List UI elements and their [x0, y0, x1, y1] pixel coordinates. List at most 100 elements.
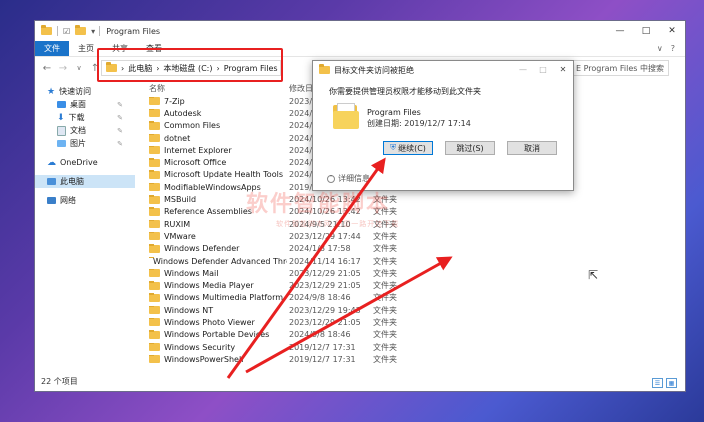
- file-name: RUXIM: [164, 219, 191, 229]
- sidebar-item-downloads[interactable]: ⬇ 下载 ✎: [35, 111, 135, 124]
- file-name: MSBuild: [164, 195, 197, 205]
- folder-icon: [149, 145, 160, 155]
- back-button[interactable]: ←: [39, 63, 55, 74]
- file-row[interactable]: WindowsPowerShell 2019/12/7 17:31 文件夹: [135, 353, 485, 365]
- file-row[interactable]: Windows NT 2023/12/29 19:43 文件夹: [135, 304, 485, 316]
- file-name: Windows NT: [164, 305, 214, 315]
- sidebar-item-pictures[interactable]: 图片 ✎: [35, 137, 135, 150]
- more-details-toggle[interactable]: ˅ 详细信息: [327, 173, 370, 184]
- title-bar: ☑ ▾ Program Files — □ ✕: [35, 21, 685, 41]
- window-title: Program Files: [106, 26, 161, 36]
- close-button[interactable]: ✕: [659, 21, 685, 41]
- large-icons-view-icon[interactable]: ▦: [666, 378, 677, 388]
- tab-file[interactable]: 文件: [35, 41, 69, 56]
- sidebar-item-onedrive[interactable]: ☁ OneDrive: [35, 156, 135, 169]
- details-view-icon[interactable]: ☰: [652, 378, 663, 388]
- chevron-down-icon: ˅: [327, 174, 335, 183]
- picture-icon: [57, 140, 66, 147]
- navigation-pane: ★ 快速访问 桌面 ✎ ⬇ 下载 ✎ 文档 ✎ 图片 ✎ ☁ OneDrive: [35, 81, 135, 371]
- folder-icon: [149, 195, 160, 204]
- file-date: 2019/12/7 17:31: [289, 342, 356, 352]
- folder-icon: [149, 219, 160, 229]
- folder-icon: [149, 244, 160, 253]
- download-icon: ⬇: [57, 112, 65, 123]
- computer-icon: [47, 178, 56, 185]
- file-row[interactable]: VMware 2023/12/29 17:44 文件夹: [135, 230, 485, 242]
- dialog-minimize-button[interactable]: —: [513, 61, 533, 77]
- file-row[interactable]: Windows Photo Viewer 2023/12/29 21:05 文件夹: [135, 316, 485, 328]
- folder-icon: [149, 330, 160, 339]
- expand-ribbon-button[interactable]: ∨: [657, 44, 663, 53]
- file-name: Windows Photo Viewer: [164, 317, 255, 327]
- file-type: 文件夹: [373, 256, 397, 266]
- dialog-maximize-button[interactable]: □: [533, 61, 553, 77]
- file-row[interactable]: Windows Security 2019/12/7 17:31 文件夹: [135, 341, 485, 353]
- file-type: 文件夹: [373, 231, 397, 241]
- sidebar-item-label: 此电脑: [60, 177, 84, 186]
- document-icon: [57, 125, 66, 136]
- skip-button[interactable]: 跳过(S): [445, 141, 495, 155]
- desktop-icon: [57, 101, 66, 108]
- folder-icon: [149, 96, 160, 106]
- search-text: E Program Files 中搜索: [576, 63, 664, 73]
- sidebar-item-label: 图片: [70, 139, 86, 148]
- file-type: 文件夹: [373, 244, 397, 254]
- maximize-button[interactable]: □: [633, 21, 659, 41]
- dialog-folder-name: Program Files: [367, 108, 421, 117]
- folder-icon: [149, 281, 160, 290]
- cancel-button[interactable]: 取消: [507, 141, 557, 155]
- dialog-close-button[interactable]: ✕: [553, 61, 573, 77]
- sidebar-item-label: 桌面: [70, 100, 86, 109]
- continue-button[interactable]: ⛨ 继续(C): [383, 141, 433, 155]
- file-row[interactable]: Windows Media Player 2023/12/29 21:05 文件夹: [135, 279, 485, 291]
- large-folder-icon: [333, 103, 359, 129]
- sidebar-item-quick-access[interactable]: ★ 快速访问: [35, 85, 135, 98]
- file-name: Microsoft Office: [164, 158, 227, 168]
- file-row[interactable]: Windows Defender Advanced Threat ...2024…: [135, 255, 485, 267]
- file-name-cell: VMware: [149, 231, 287, 241]
- file-row[interactable]: Windows Defender 2024/1/8 17:58 文件夹: [135, 243, 485, 255]
- pin-icon: ✎: [117, 100, 123, 109]
- file-date: 2023/12/29 21:05: [289, 268, 361, 278]
- file-name-cell: Windows Defender: [149, 244, 287, 253]
- new-folder-icon[interactable]: [75, 25, 87, 35]
- file-row[interactable]: Windows Portable Devices 2024/9/8 18:46 文件…: [135, 329, 485, 341]
- dialog-title: 目标文件夹访问被拒绝: [334, 65, 414, 75]
- file-row[interactable]: Windows Mail 2023/12/29 21:05 文件夹: [135, 267, 485, 279]
- file-name-cell: RUXIM: [149, 219, 287, 229]
- folder-icon: [149, 121, 160, 130]
- folder-icon: [149, 317, 160, 327]
- file-name-cell: 7-Zip: [149, 96, 287, 106]
- folder-icon: [149, 170, 160, 179]
- view-buttons: ☰ ▦: [652, 378, 677, 388]
- sidebar-item-label: 网络: [60, 196, 76, 205]
- help-button[interactable]: ?: [671, 44, 675, 53]
- file-name-cell: dotnet: [149, 133, 287, 143]
- sidebar-item-network[interactable]: 网络: [35, 194, 135, 207]
- recent-locations-button[interactable]: ∨: [71, 64, 87, 72]
- more-details-label: 详细信息: [338, 174, 370, 183]
- column-date[interactable]: 修改日: [289, 83, 313, 94]
- file-name-cell: Microsoft Office: [149, 158, 287, 167]
- minimize-button[interactable]: —: [607, 21, 633, 41]
- folder-icon: [149, 268, 160, 278]
- divider: [57, 26, 58, 36]
- file-name: Windows Defender: [164, 244, 240, 254]
- file-name: Windows Multimedia Platform: [164, 293, 284, 303]
- properties-icon[interactable]: ☑: [63, 27, 70, 36]
- sidebar-item-desktop[interactable]: 桌面 ✎: [35, 98, 135, 111]
- folder-icon: [149, 305, 160, 315]
- chevron-down-icon[interactable]: ▾: [91, 27, 95, 36]
- sidebar-item-documents[interactable]: 文档 ✎: [35, 124, 135, 137]
- network-icon: [47, 197, 56, 204]
- pin-icon: ✎: [117, 126, 123, 135]
- pin-icon: ✎: [117, 139, 123, 148]
- sidebar-item-this-pc[interactable]: 此电脑: [35, 175, 135, 188]
- dialog-message: 你需要提供管理员权限才能移动到此文件夹: [329, 87, 481, 96]
- file-row[interactable]: Windows Multimedia Platform 2024/9/8 18:4…: [135, 292, 485, 304]
- forward-button[interactable]: →: [55, 63, 71, 74]
- file-name-cell: Autodesk: [149, 108, 287, 118]
- file-date: 2024/11/14 16:17: [289, 256, 361, 266]
- file-type: 文件夹: [373, 268, 397, 278]
- column-name[interactable]: 名称: [149, 83, 165, 94]
